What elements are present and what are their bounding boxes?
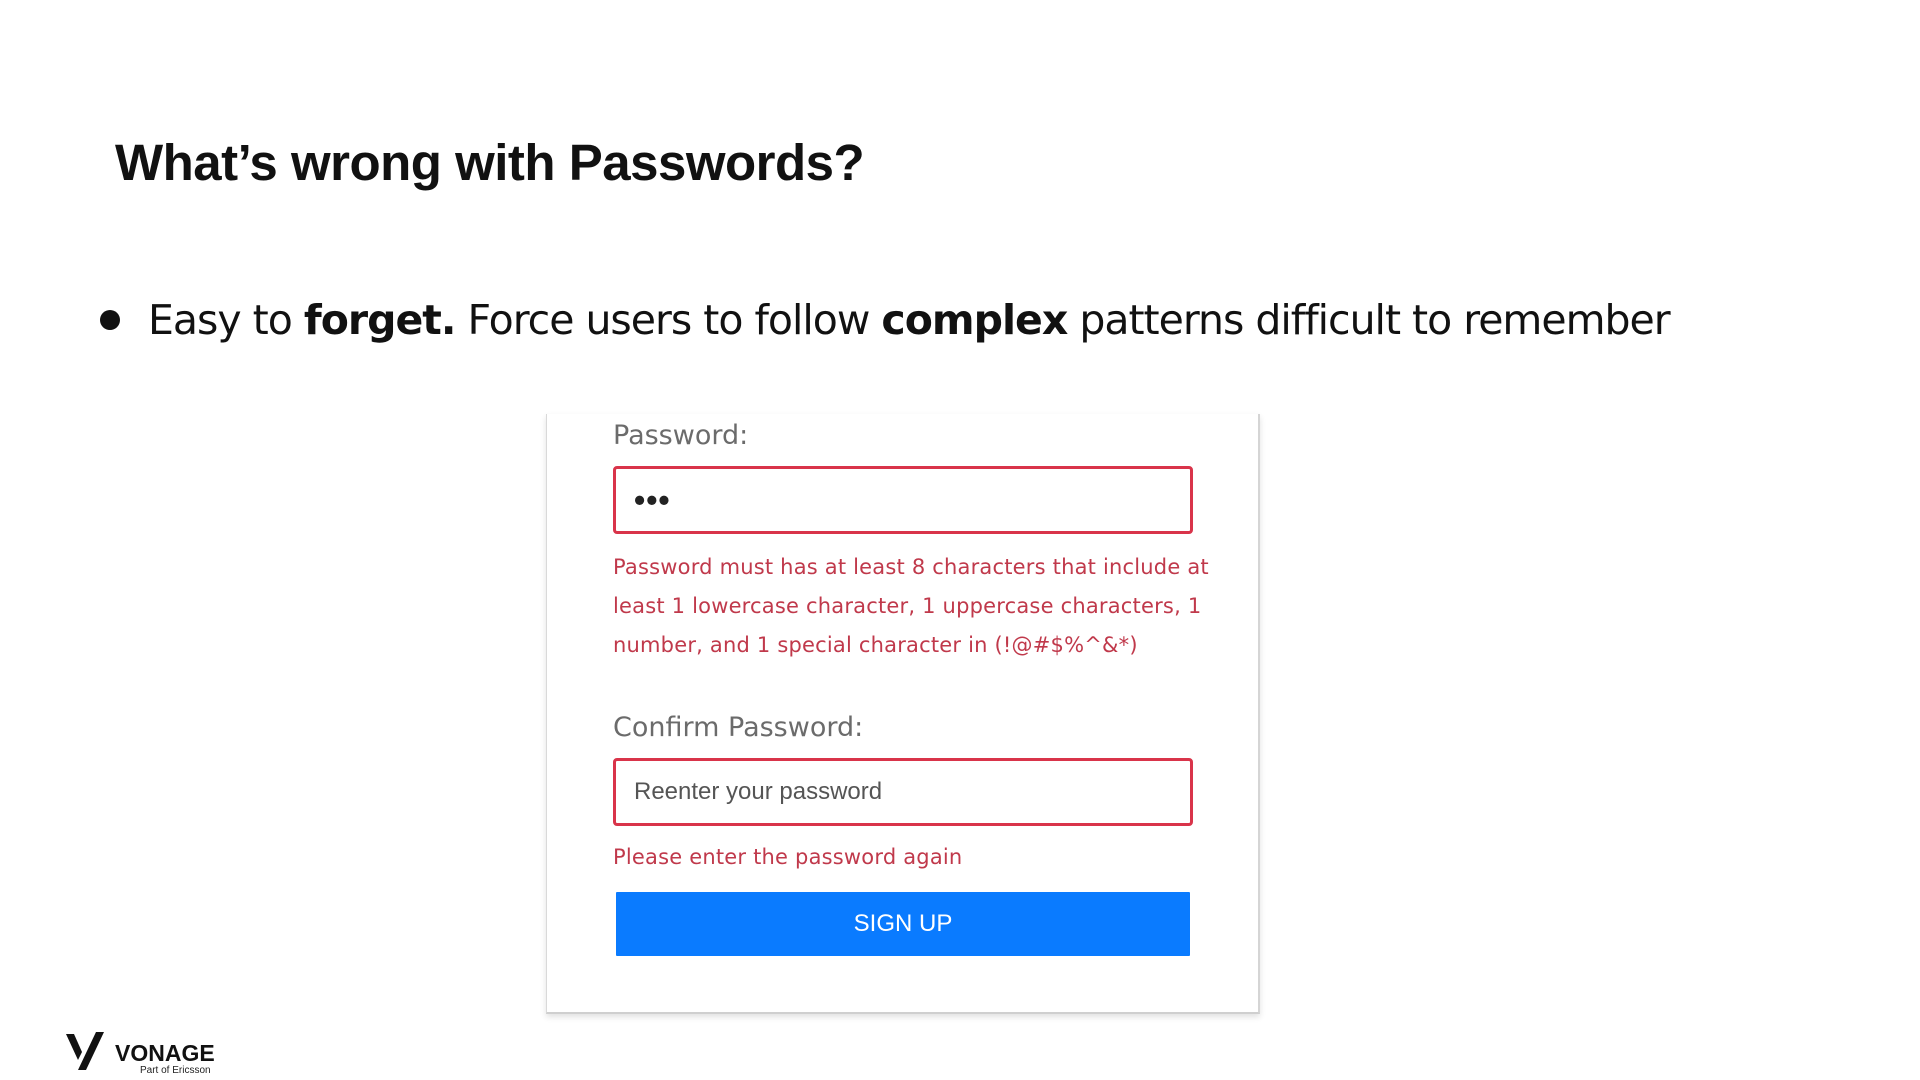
password-error: Password must has at least 8 characters … [613, 555, 1209, 657]
bullet-item: Easy to forget. Force users to follow co… [100, 296, 1671, 344]
confirm-password-field[interactable] [613, 758, 1193, 826]
bullet-text-2: Force users to follow [455, 296, 882, 344]
bullet-dot-icon [100, 310, 120, 330]
confirm-password-error: Please enter the password again [613, 845, 963, 869]
signup-form-screenshot: Password: ••• Password must has at least… [546, 414, 1260, 1014]
slide-title: What’s wrong with Passwords? [115, 134, 865, 191]
bullet-text-3: patterns difficult to remember [1067, 296, 1670, 344]
sign-up-button[interactable]: SIGN UP [616, 892, 1190, 956]
bullet-text-1: Easy to [148, 296, 304, 344]
password-field[interactable]: ••• [613, 466, 1193, 534]
confirm-password-label: Confirm Password: [613, 712, 864, 743]
brand-subtitle: Part of Ericsson [140, 1065, 211, 1076]
bullet-bold-complex: complex [881, 296, 1068, 344]
password-value: ••• [634, 482, 671, 518]
bullet-bold-forget: forget. [303, 296, 457, 344]
password-label: Password: [613, 420, 749, 451]
brand-name: VONAGE [115, 1040, 215, 1066]
